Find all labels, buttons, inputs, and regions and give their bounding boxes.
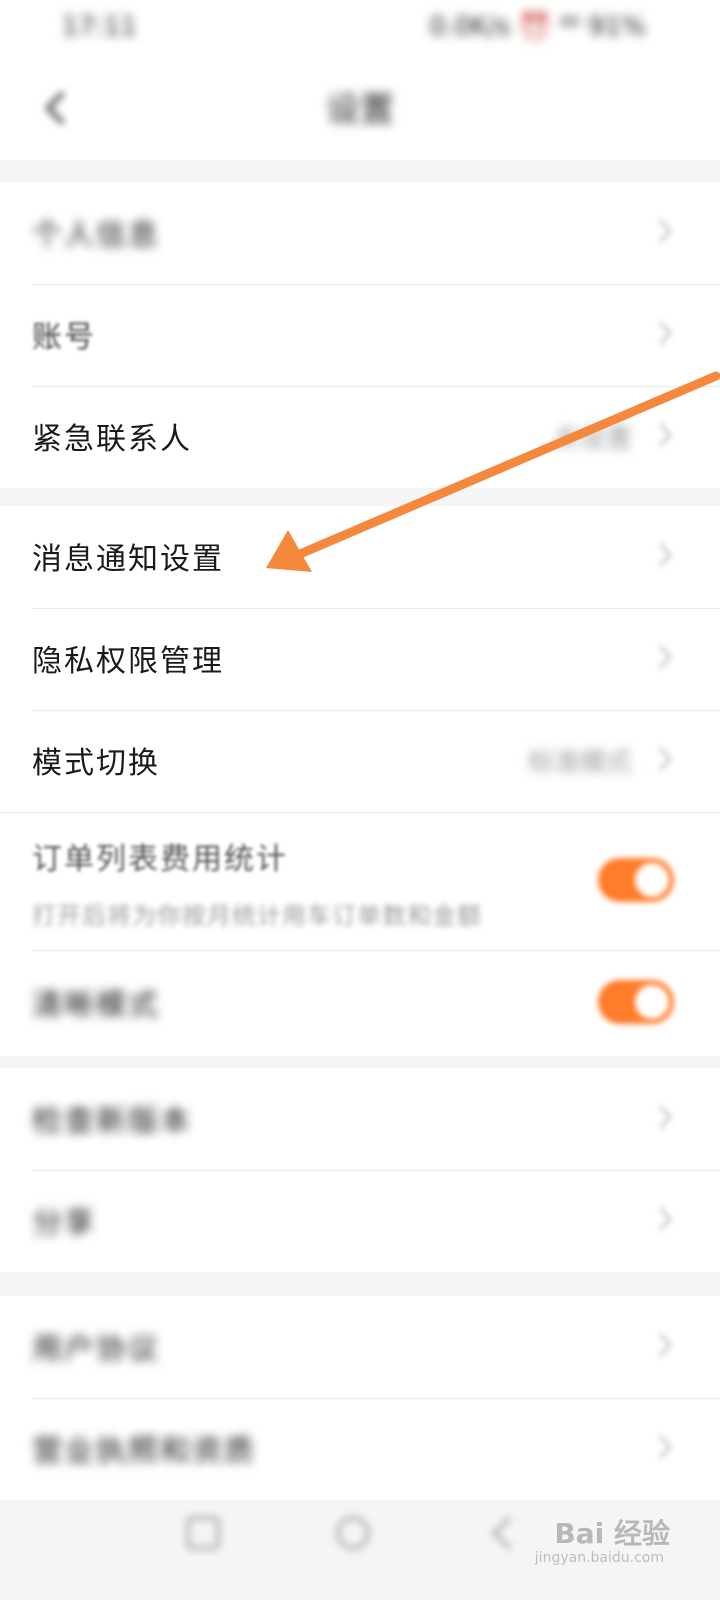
settings-row-privacy[interactable]: 隐私权限管理 — [0, 608, 720, 710]
settings-row-emergency-contact[interactable]: 紧急联系人 未设置 — [0, 386, 720, 488]
baidu-watermark-url: jingyan.baidu.com — [534, 1550, 664, 1566]
chevron-right-icon — [659, 1435, 672, 1459]
nav-bar: 设置 — [0, 60, 720, 160]
chevron-right-icon — [659, 423, 672, 447]
settings-row-label: 隐私权限管理 — [32, 644, 224, 679]
settings-row-label: 模式切换 — [32, 746, 160, 781]
settings-row-profile[interactable]: 个人信息 — [0, 182, 720, 284]
settings-row-label: 账号 — [32, 320, 96, 355]
back-icon[interactable] — [480, 1510, 526, 1556]
baidu-watermark: Bai 经验 — [554, 1517, 670, 1550]
settings-row-clear-mode: 清晰模式 — [0, 950, 720, 1056]
settings-row-label: 用户协议 — [32, 1332, 160, 1367]
settings-row-order-stats: 订单列表费用统计 打开后将为你按月统计用车订单数和金额 — [0, 812, 720, 950]
settings-row-subtitle: 打开后将为你按月统计用车订单数和金额 — [32, 902, 482, 930]
settings-group-app: 检查新版本 分享 — [0, 1068, 720, 1272]
chevron-right-icon — [659, 747, 672, 771]
recent-apps-icon[interactable] — [180, 1510, 226, 1556]
settings-row-label: 营业执照和资质 — [32, 1434, 256, 1469]
settings-group-preferences: 消息通知设置 隐私权限管理 模式切换 标准模式 订单列表费用统计 打开后将为你按… — [0, 506, 720, 1056]
settings-group-account: 个人信息 账号 紧急联系人 未设置 — [0, 182, 720, 488]
settings-row-label: 清晰模式 — [32, 988, 160, 1023]
settings-row-check-update[interactable]: 检查新版本 — [0, 1068, 720, 1170]
status-time: 17:11 — [62, 12, 137, 42]
settings-row-label: 订单列表费用统计 — [32, 842, 288, 877]
settings-row-mode[interactable]: 模式切换 标准模式 — [0, 710, 720, 812]
chevron-right-icon — [659, 645, 672, 669]
status-bar: 17:11 0.0K/s ⏰ ⁴⁶ 91% — [0, 0, 720, 60]
settings-row-account[interactable]: 账号 — [0, 284, 720, 386]
chevron-right-icon — [659, 219, 672, 243]
settings-row-label: 消息通知设置 — [32, 542, 224, 577]
chevron-right-icon — [659, 321, 672, 345]
chevron-right-icon — [659, 543, 672, 567]
settings-row-share[interactable]: 分享 — [0, 1170, 720, 1272]
settings-row-notifications[interactable]: 消息通知设置 — [0, 506, 720, 608]
chevron-right-icon — [659, 1333, 672, 1357]
settings-group-legal: 用户协议 营业执照和资质 — [0, 1296, 720, 1500]
settings-row-value: 标准模式 — [527, 748, 632, 778]
chevron-right-icon — [659, 1105, 672, 1129]
settings-row-label: 分享 — [32, 1206, 96, 1241]
settings-row-label: 检查新版本 — [32, 1104, 192, 1139]
settings-row-label: 紧急联系人 — [32, 422, 192, 457]
clear-mode-toggle[interactable] — [598, 980, 674, 1024]
settings-row-user-agreement[interactable]: 用户协议 — [0, 1296, 720, 1398]
page-title: 设置 — [326, 90, 394, 130]
chevron-right-icon — [659, 1207, 672, 1231]
order-stats-toggle[interactable] — [598, 858, 674, 902]
home-icon[interactable] — [330, 1510, 376, 1556]
status-indicators: 0.0K/s ⏰ ⁴⁶ 91% — [429, 12, 646, 42]
settings-row-label: 个人信息 — [32, 218, 160, 253]
settings-row-value: 未设置 — [553, 424, 632, 454]
